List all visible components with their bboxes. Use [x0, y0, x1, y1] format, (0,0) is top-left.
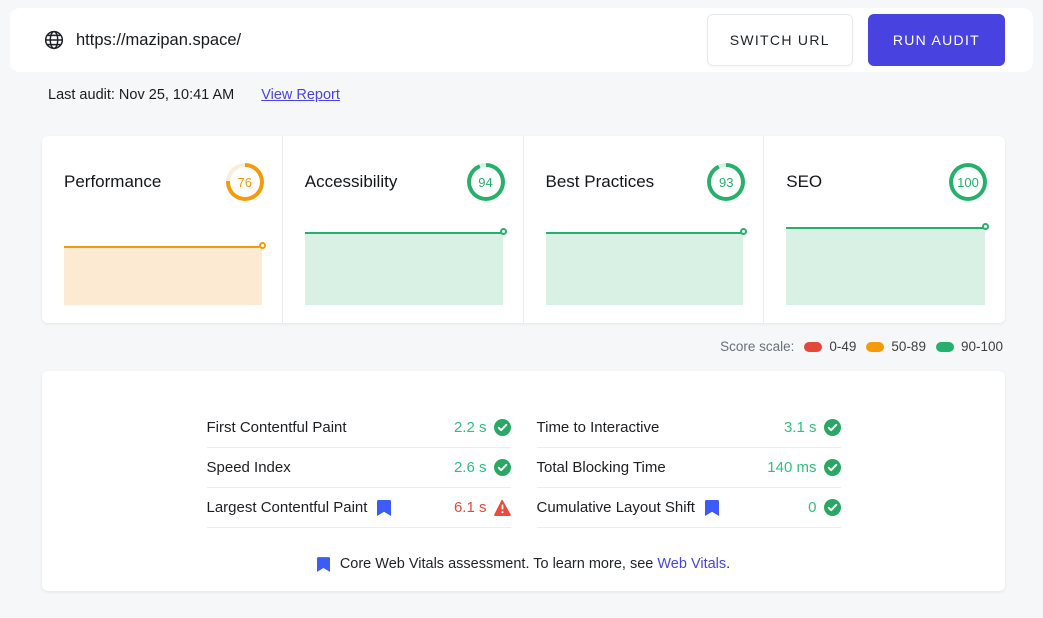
web-vitals-link[interactable]: Web Vitals	[657, 556, 726, 572]
metric-label: Largest Contentful Paint	[207, 499, 368, 516]
metric-value: 0	[808, 499, 816, 516]
pass-check-icon	[494, 459, 511, 476]
score-value: 76	[230, 167, 260, 197]
sparkline-endpoint	[740, 228, 747, 235]
metrics-column-left: First Contentful Paint 2.2 s Speed Index	[207, 408, 511, 528]
run-audit-button[interactable]: RUN AUDIT	[868, 14, 1005, 66]
last-audit-row: Last audit: Nov 25, 10:41 AM View Report	[48, 87, 999, 103]
scale-range-high: 90-100	[936, 339, 1003, 354]
metric-value: 2.2 s	[454, 419, 487, 436]
pass-check-icon	[824, 499, 841, 516]
sparkline-endpoint	[982, 223, 989, 230]
orange-pill-icon	[866, 342, 884, 352]
sparkline-endpoint	[500, 228, 507, 235]
view-report-link[interactable]: View Report	[261, 87, 340, 103]
bookmark-icon	[317, 557, 330, 572]
scale-range-label: 90-100	[961, 339, 1003, 354]
metric-row-tbt: Total Blocking Time 140 ms	[537, 448, 841, 488]
metric-row-tti: Time to Interactive 3.1 s	[537, 408, 841, 448]
score-sparkline	[546, 227, 746, 305]
metric-value: 2.6 s	[454, 459, 487, 476]
audited-url: https://mazipan.space/	[76, 31, 707, 50]
score-cards: Performance 76 Accessibility 94	[42, 136, 1005, 323]
bookmark-icon	[705, 500, 719, 516]
score-gauge: 76	[226, 163, 264, 201]
score-card-performance: Performance 76	[42, 136, 283, 323]
header-bar: https://mazipan.space/ SWITCH URL RUN AU…	[10, 8, 1033, 72]
metric-row-speed-index: Speed Index 2.6 s	[207, 448, 511, 488]
sparkline-endpoint	[259, 242, 266, 249]
metric-value: 6.1 s	[454, 499, 487, 516]
metric-label: Time to Interactive	[537, 419, 660, 436]
score-card-title: Accessibility	[305, 172, 398, 192]
score-card-best-practices: Best Practices 93	[524, 136, 765, 323]
metric-label: Speed Index	[207, 459, 291, 476]
bookmark-icon	[377, 500, 391, 516]
score-sparkline	[786, 227, 987, 305]
globe-icon	[44, 30, 64, 50]
metrics-column-right: Time to Interactive 3.1 s Total Blocking…	[537, 408, 841, 528]
metric-label: Total Blocking Time	[537, 459, 666, 476]
core-web-vitals-note: Core Web Vitals assessment. To learn mor…	[42, 556, 1005, 572]
score-card-seo: SEO 100	[764, 136, 1005, 323]
metric-value: 3.1 s	[784, 419, 817, 436]
score-card-title: Best Practices	[546, 172, 655, 192]
cwv-note-prefix: Core Web Vitals assessment. To learn mor…	[340, 556, 654, 572]
score-sparkline	[64, 227, 264, 305]
metric-row-lcp: Largest Contentful Paint 6.1 s	[207, 488, 511, 528]
score-gauge: 94	[467, 163, 505, 201]
score-value: 93	[711, 167, 741, 197]
cwv-note-suffix: .	[726, 556, 730, 572]
scale-range-low: 0-49	[804, 339, 856, 354]
metric-label: Cumulative Layout Shift	[537, 499, 695, 516]
score-value: 94	[471, 167, 501, 197]
cwv-note-text: Core Web Vitals assessment. To learn mor…	[340, 556, 730, 572]
pass-check-icon	[824, 419, 841, 436]
score-card-title: Performance	[64, 172, 161, 192]
score-value: 100	[953, 167, 983, 197]
score-card-title: SEO	[786, 172, 822, 192]
green-pill-icon	[936, 342, 954, 352]
switch-url-button[interactable]: SWITCH URL	[707, 14, 853, 66]
last-audit-text: Last audit: Nov 25, 10:41 AM	[48, 87, 234, 103]
scale-range-mid: 50-89	[866, 339, 926, 354]
scale-range-label: 50-89	[891, 339, 926, 354]
score-card-accessibility: Accessibility 94	[283, 136, 524, 323]
metric-value: 140 ms	[767, 459, 816, 476]
pass-check-icon	[824, 459, 841, 476]
score-gauge: 93	[707, 163, 745, 201]
metric-row-fcp: First Contentful Paint 2.2 s	[207, 408, 511, 448]
score-scale-label: Score scale:	[720, 339, 794, 354]
pass-check-icon	[494, 419, 511, 436]
red-pill-icon	[804, 342, 822, 352]
scale-range-label: 0-49	[829, 339, 856, 354]
metric-row-cls: Cumulative Layout Shift 0	[537, 488, 841, 528]
metric-label: First Contentful Paint	[207, 419, 347, 436]
score-scale-legend: Score scale: 0-49 50-89 90-100	[42, 339, 1003, 354]
score-sparkline	[305, 227, 505, 305]
metrics-panel: First Contentful Paint 2.2 s Speed Index	[42, 371, 1005, 591]
fail-warning-icon	[494, 499, 511, 516]
score-gauge: 100	[949, 163, 987, 201]
